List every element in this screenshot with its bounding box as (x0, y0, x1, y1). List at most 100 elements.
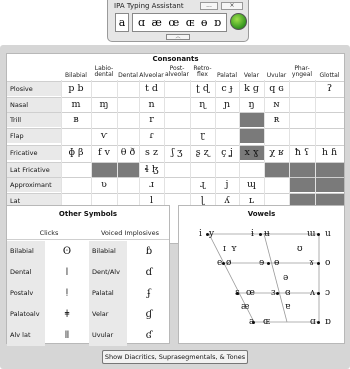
impossible-cell (117, 163, 139, 177)
consonant-symbol[interactable]: ʃ ʒ (164, 146, 190, 160)
consonant-symbol[interactable]: n (139, 98, 164, 112)
vowel-symbol[interactable]: ʉ (264, 229, 270, 239)
implosives-heading: Voiced Implosives (100, 229, 160, 237)
vowel-symbol[interactable]: ɶ (263, 317, 270, 327)
consonant-symbol[interactable]: ɹ (139, 178, 164, 192)
vowel-symbol[interactable]: œ (246, 288, 255, 298)
vowel-symbol[interactable]: ʌ (310, 288, 315, 298)
consonant-symbol[interactable]: c ɟ (215, 82, 239, 96)
consonant-symbol[interactable]: θ ð (117, 146, 139, 160)
consonant-symbol[interactable]: ɬ ɮ (139, 163, 164, 177)
collapse-chevron-button[interactable]: ︿ (166, 34, 190, 40)
consonant-symbol[interactable]: ɲ (215, 98, 239, 112)
vowel-symbol[interactable]: ɐ (285, 302, 290, 312)
vowel-symbol[interactable]: ɘ (259, 258, 264, 268)
vowel-symbol[interactable]: ø (226, 258, 231, 268)
implosive-label: Palatal (89, 283, 127, 304)
vowel-symbol[interactable]: ɑ (310, 317, 316, 327)
click-symbol[interactable]: ǁ (49, 325, 85, 346)
consonant-symbol[interactable]: ⱱ (91, 129, 117, 143)
consonant-symbol[interactable]: ʔ (315, 82, 344, 96)
vowel-symbol[interactable]: ɵ (274, 258, 279, 268)
vowel-dot (317, 233, 320, 236)
consonant-symbol[interactable]: ʙ (61, 113, 91, 127)
green-orb-icon[interactable] (230, 13, 247, 30)
implosive-symbol[interactable]: ɗ (131, 262, 167, 283)
consonant-symbol[interactable]: χ ʁ (264, 146, 289, 160)
consonant-symbol[interactable]: ʈ ɖ (190, 82, 215, 96)
column-header: Alveolar (139, 72, 164, 79)
consonant-symbol[interactable]: ɱ (91, 98, 117, 112)
show-diacritics-button[interactable]: Show Diacritics, Suprasegmentals, & Tone… (102, 350, 248, 364)
row-label: Nasal (7, 98, 61, 112)
click-symbol[interactable]: ǂ (49, 304, 85, 325)
implosive-symbol[interactable]: ɓ (131, 241, 167, 262)
impossible-cell (315, 178, 344, 192)
consonant-symbol[interactable]: x ɣ (239, 146, 264, 160)
click-symbol[interactable]: ǀ (49, 262, 85, 283)
click-label: Dental (7, 262, 45, 283)
vowel-dot (317, 262, 320, 265)
selected-char-box[interactable]: a (115, 13, 129, 32)
column-header: Palatal (216, 72, 238, 79)
consonant-symbol[interactable]: ɴ (264, 98, 289, 112)
implosive-label: Velar (89, 304, 127, 325)
vowel-dot (252, 321, 255, 324)
click-symbol[interactable]: ǃ (49, 283, 85, 304)
consonant-symbol[interactable]: ɳ (190, 98, 215, 112)
row-label: Fricative (7, 146, 61, 160)
consonant-symbol[interactable]: ʋ (91, 178, 117, 192)
consonant-symbol[interactable]: ɽ (190, 129, 215, 143)
consonant-symbol[interactable]: p b (61, 82, 91, 96)
implosive-symbol[interactable]: ɠ (131, 304, 167, 325)
vowel-symbol[interactable]: y (209, 229, 214, 239)
consonant-symbol[interactable]: j (215, 178, 239, 192)
vowel-symbol[interactable]: ɪ (223, 244, 226, 254)
vowel-symbol[interactable]: ɒ (325, 317, 331, 327)
consonant-symbol[interactable]: ʀ (264, 113, 289, 127)
consonant-symbol[interactable]: k ɡ (239, 82, 264, 96)
impossible-cell (239, 129, 264, 143)
vowel-symbol[interactable]: ɞ (285, 288, 291, 298)
implosive-symbol[interactable]: ʄ (131, 283, 167, 304)
click-symbol[interactable]: ʘ (49, 241, 85, 262)
consonant-symbol[interactable]: ʂ ʐ (190, 146, 215, 160)
consonant-symbol[interactable]: ɰ (239, 178, 264, 192)
consonant-symbol[interactable]: h ɦ (315, 146, 344, 160)
implosive-symbol[interactable]: ʛ (131, 325, 167, 346)
mini-toolbar: IPA Typing Assistant ... × a ɑ æ œ ɶ ɵ ɒ… (107, 0, 249, 42)
vowel-symbol[interactable]: æ (241, 302, 249, 312)
row-label: Trill (7, 113, 61, 127)
vowel-symbol[interactable]: ɔ (325, 288, 330, 298)
consonant-symbol[interactable]: q ɢ (264, 82, 289, 96)
column-header: Velar (243, 72, 260, 79)
char-suggestions[interactable]: ɑ æ œ ɶ ɵ ɒ (132, 13, 227, 32)
vowel-symbol[interactable]: u (325, 229, 331, 239)
more-button[interactable]: ... (200, 2, 218, 10)
vowel-symbol[interactable]: ɤ (309, 258, 314, 268)
consonant-symbol[interactable]: ŋ (239, 98, 264, 112)
vowel-symbol[interactable]: ɨ (251, 229, 254, 239)
consonant-symbol[interactable]: f v (91, 146, 117, 160)
vowel-dot (236, 292, 239, 295)
consonant-symbol[interactable]: r (139, 113, 164, 127)
consonant-symbol[interactable]: ɻ (190, 178, 215, 192)
consonant-symbol[interactable]: ħ ʕ (289, 146, 315, 160)
consonant-symbol[interactable]: ɸ β (61, 146, 91, 160)
vowel-symbol[interactable]: ɯ (307, 229, 316, 239)
vowel-symbol[interactable]: ʊ (297, 244, 303, 254)
consonant-symbol[interactable]: ç ʝ (215, 146, 239, 160)
vowel-symbol[interactable]: ʏ (231, 244, 237, 254)
consonant-symbol[interactable]: t d (139, 82, 164, 96)
vowel-symbol[interactable]: i (199, 229, 202, 239)
consonants-title: Consonants (152, 55, 199, 63)
vowel-symbol[interactable]: ə (283, 273, 288, 283)
consonant-symbol[interactable]: s z (139, 146, 164, 160)
click-label: Palatoalv (7, 304, 45, 325)
vowel-symbol[interactable]: o (325, 258, 330, 268)
consonant-symbol[interactable]: ɾ (139, 129, 164, 143)
consonant-symbol[interactable]: m (61, 98, 91, 112)
column-header: Glottal (319, 72, 340, 79)
vowel-symbol[interactable]: ɜ (271, 288, 276, 298)
close-button[interactable]: × (221, 2, 243, 10)
